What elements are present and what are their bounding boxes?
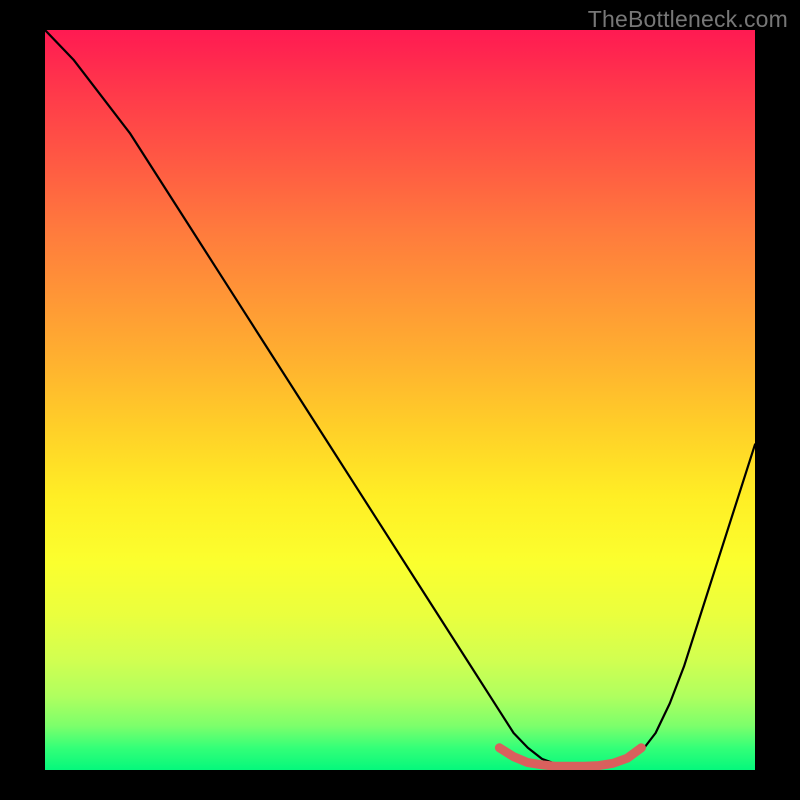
- chart-svg: [45, 30, 755, 770]
- chart-frame: TheBottleneck.com: [0, 0, 800, 800]
- watermark-text: TheBottleneck.com: [588, 6, 788, 33]
- flat-bottom-marker: [499, 748, 641, 767]
- bottleneck-curve: [45, 30, 755, 766]
- chart-plot-area: [45, 30, 755, 770]
